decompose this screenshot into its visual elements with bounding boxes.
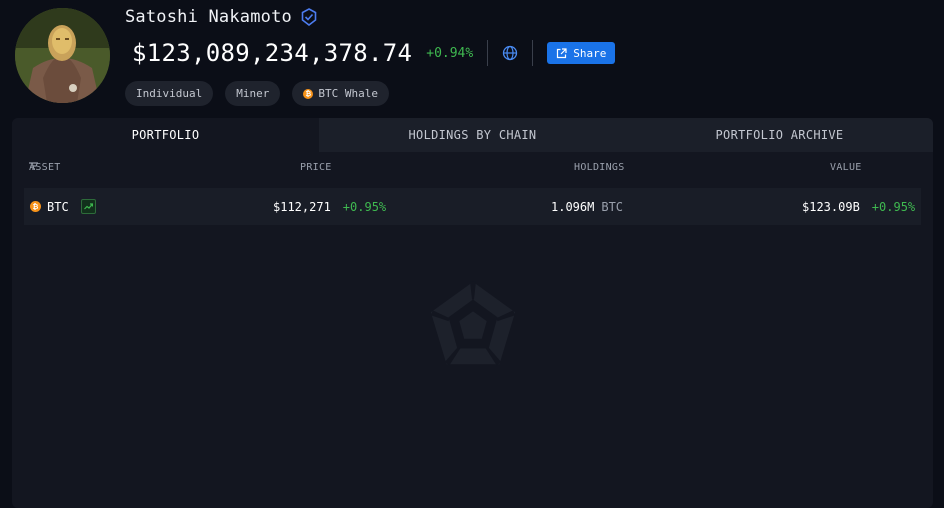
share-label: Share xyxy=(573,46,607,60)
price-cell: $112,271 +0.95% xyxy=(273,188,386,225)
divider xyxy=(532,40,534,66)
tab-bar: PORTFOLIO HOLDINGS BY CHAIN PORTFOLIO AR… xyxy=(12,118,933,152)
tag-individual[interactable]: Individual xyxy=(125,81,214,106)
asset-symbol: BTC xyxy=(47,199,69,214)
avatar xyxy=(15,8,110,103)
holdings-cell: 1.096M BTC xyxy=(551,188,623,225)
column-price[interactable]: PRICE xyxy=(300,162,332,173)
total-value: $123,089,234,378.74 xyxy=(132,39,413,67)
column-asset[interactable]: ASSET xyxy=(29,162,60,173)
avatar-image xyxy=(15,8,110,103)
value-cell: $123.09B +0.95% xyxy=(802,188,915,225)
tab-portfolio-archive[interactable]: PORTFOLIO ARCHIVE xyxy=(626,118,933,152)
tag-btc-whale[interactable]: ₿ BTC Whale xyxy=(292,81,389,106)
entity-tags: Individual Miner ₿ BTC Whale xyxy=(125,81,389,106)
column-holdings[interactable]: HOLDINGS xyxy=(574,162,625,173)
bitcoin-icon: ₿ xyxy=(30,201,41,212)
bitcoin-icon: ₿ xyxy=(303,88,314,99)
tab-portfolio[interactable]: PORTFOLIO xyxy=(12,118,319,152)
portfolio-panel: PORTFOLIO HOLDINGS BY CHAIN PORTFOLIO AR… xyxy=(12,118,933,508)
holding-value: $123.09B xyxy=(802,199,860,214)
asset-cell: ₿ BTC xyxy=(30,188,96,225)
holdings-amount: 1.096M xyxy=(551,199,595,214)
arkham-logo-watermark-icon xyxy=(430,281,516,366)
profile-name: Satoshi Nakamoto xyxy=(125,7,292,27)
holdings-unit: BTC xyxy=(601,199,624,214)
verified-badge-icon xyxy=(300,8,318,27)
asset-price: $112,271 xyxy=(273,199,331,214)
portfolio-value-row: $123,089,234,378.74 +0.94% Share xyxy=(132,38,616,68)
share-button[interactable]: Share xyxy=(547,42,616,64)
globe-icon[interactable] xyxy=(502,45,518,61)
external-link-icon xyxy=(557,47,567,58)
value-change: +0.95% xyxy=(871,199,916,214)
profile-header: Satoshi Nakamoto xyxy=(125,7,318,27)
table-header: ASSET PRICE HOLDINGS VALUE xyxy=(12,162,933,178)
chart-trend-icon[interactable] xyxy=(80,199,96,214)
tag-miner[interactable]: Miner xyxy=(225,81,281,106)
divider xyxy=(487,40,489,66)
price-change: +0.95% xyxy=(342,199,387,214)
table-row[interactable]: ₿ BTC $112,271 +0.95% 1.096M BTC $123.09… xyxy=(24,188,921,225)
total-change: +0.94% xyxy=(426,45,474,61)
column-value[interactable]: VALUE xyxy=(830,162,862,173)
tab-holdings-by-chain[interactable]: HOLDINGS BY CHAIN xyxy=(319,118,626,152)
